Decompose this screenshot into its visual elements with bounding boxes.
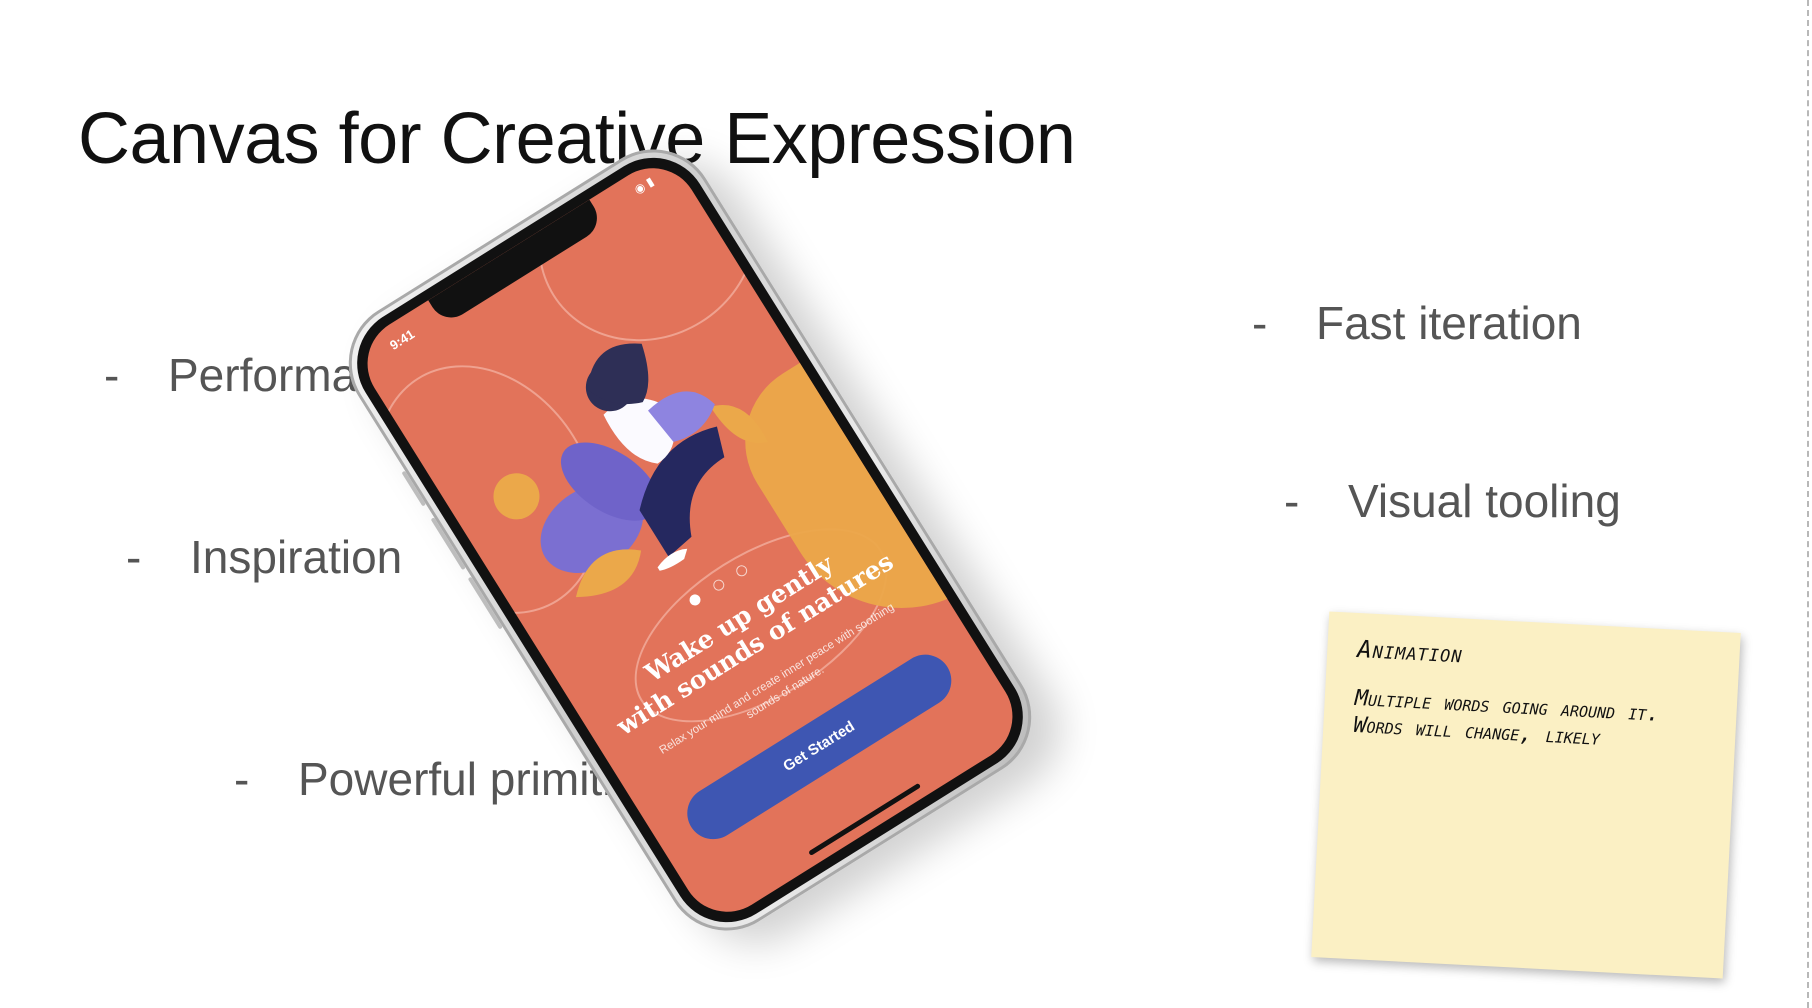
- home-indicator: [808, 782, 922, 856]
- bullet-text: Inspiration: [190, 531, 403, 583]
- slide-title: Canvas for Creative Expression: [78, 99, 1076, 179]
- bullet-visual-tooling: - Visual tooling: [1284, 474, 1621, 528]
- bullet-fast-iteration: - Fast iteration: [1252, 296, 1582, 350]
- page-edge-divider: [1807, 0, 1809, 1008]
- bullet-dash: -: [1252, 297, 1268, 349]
- sticky-note-body: Multiple words going around it. Words wi…: [1352, 685, 1661, 751]
- sticky-note-title: Animation: [1356, 634, 1464, 669]
- pager-dot[interactable]: [734, 563, 750, 579]
- pager-dot-active[interactable]: [687, 592, 703, 608]
- status-bar-time: 9:41: [387, 326, 418, 353]
- bullet-dash: -: [104, 349, 120, 401]
- phone-bezel: 9:41 ◉ ▮ Wake up gently with sounds of n…: [336, 137, 1044, 943]
- slide: Canvas for Creative Expression - Performa…: [0, 0, 1812, 1008]
- phone-screen: 9:41 ◉ ▮ Wake up gently with sounds of n…: [350, 150, 1030, 930]
- pager-dot[interactable]: [710, 577, 726, 593]
- bullet-dash: -: [126, 531, 142, 583]
- sticky-note: Animation Multiple words going around it…: [1311, 611, 1741, 979]
- bullet-inspiration: - Inspiration: [126, 530, 402, 584]
- bullet-dash: -: [1284, 475, 1300, 527]
- bullet-dash: -: [234, 753, 250, 805]
- bullet-text: Visual tooling: [1348, 475, 1621, 527]
- phone-body: 9:41 ◉ ▮ Wake up gently with sounds of n…: [325, 126, 1055, 954]
- bullet-text: Fast iteration: [1316, 297, 1582, 349]
